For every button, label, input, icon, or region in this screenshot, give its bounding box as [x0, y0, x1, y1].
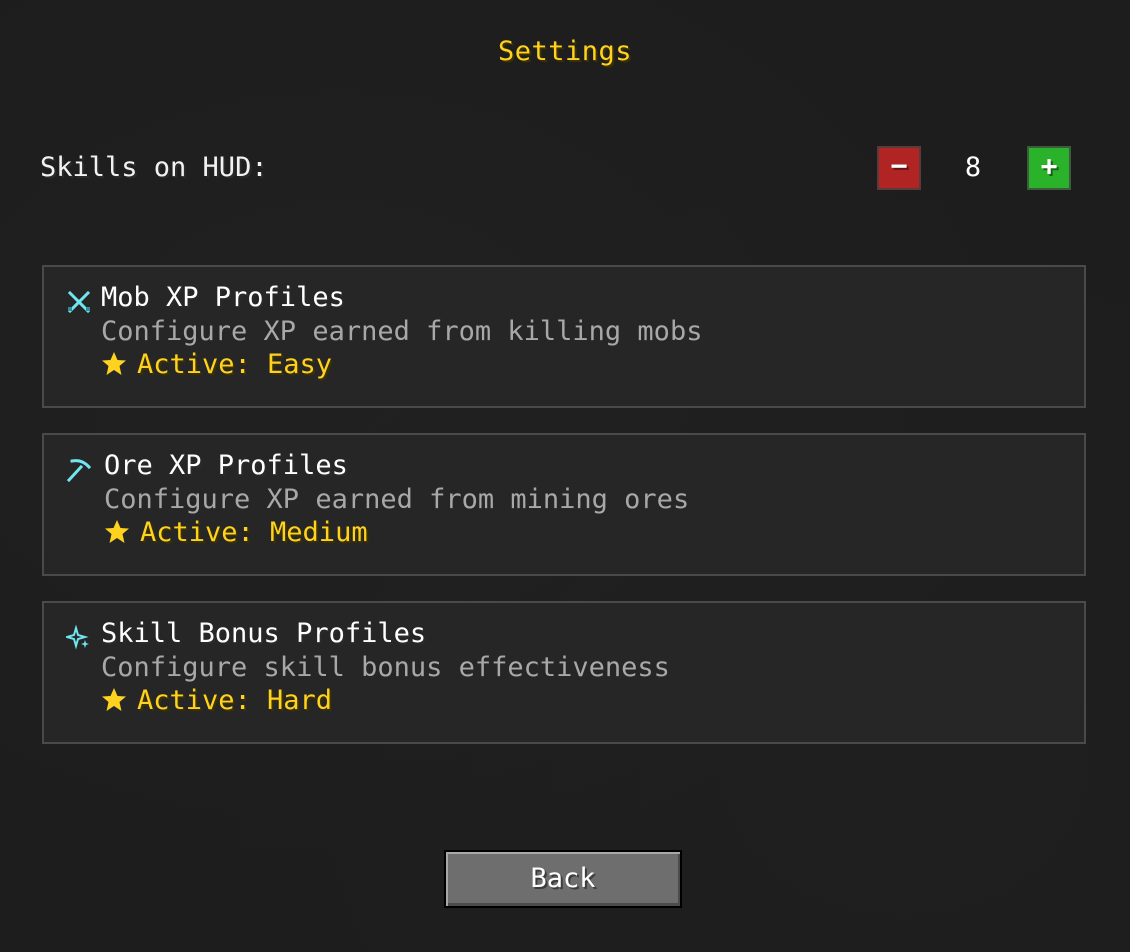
star-icon: [101, 687, 127, 713]
skills-on-hud-label: Skills on HUD:: [40, 152, 268, 183]
screen-title: Settings: [497, 36, 633, 67]
profile-description: Configure XP earned from mining ores: [104, 484, 690, 515]
decrease-skills-button[interactable]: −: [877, 146, 921, 190]
crossed-swords-icon: [66, 289, 92, 315]
mob-xp-profiles-card[interactable]: Mob XP Profiles Configure XP earned from…: [42, 265, 1086, 408]
back-button[interactable]: Back: [444, 850, 682, 908]
ore-xp-profiles-card[interactable]: Ore XP Profiles Configure XP earned from…: [42, 433, 1086, 576]
profile-description: Configure skill bonus effectiveness: [101, 652, 670, 683]
skill-bonus-profiles-card[interactable]: Skill Bonus Profiles Configure skill bon…: [42, 601, 1086, 744]
star-icon: [104, 519, 130, 545]
skills-on-hud-row: Skills on HUD: − 8 +: [40, 146, 1074, 192]
profile-description: Configure XP earned from killing mobs: [101, 316, 703, 347]
profile-active-level: Active: Easy: [137, 349, 333, 380]
skills-on-hud-value: 8: [964, 152, 982, 183]
profile-active-level: Active: Medium: [140, 517, 368, 548]
profile-active-level: Active: Hard: [137, 685, 333, 716]
profile-name: Ore XP Profiles: [104, 450, 348, 481]
star-icon: [101, 351, 127, 377]
profile-name: Mob XP Profiles: [101, 282, 345, 313]
profile-name: Skill Bonus Profiles: [101, 618, 427, 649]
pickaxe-icon: [66, 457, 92, 483]
increase-skills-button[interactable]: +: [1027, 146, 1071, 190]
sparkle-icon: [66, 625, 92, 651]
